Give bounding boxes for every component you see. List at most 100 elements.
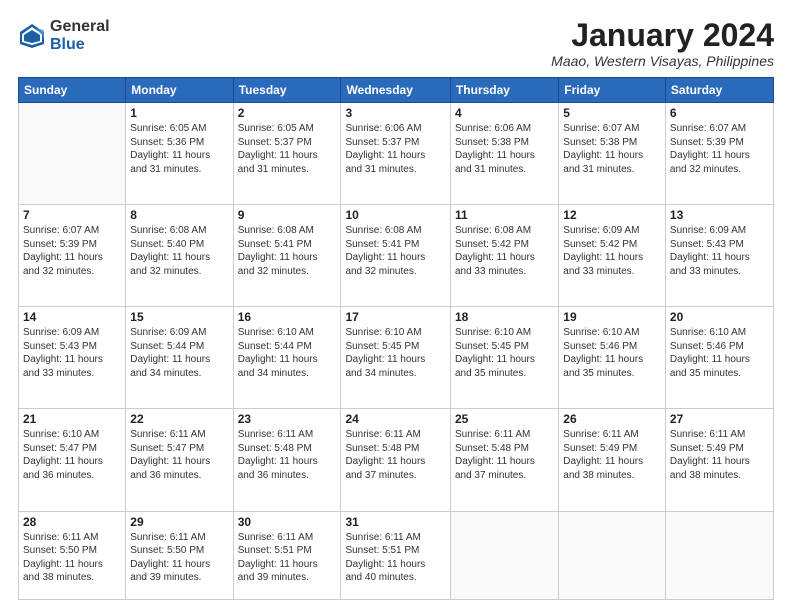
cell-info: Sunrise: 6:11 AMSunset: 5:50 PMDaylight:… (23, 531, 121, 585)
calendar-cell: 9Sunrise: 6:08 AMSunset: 5:41 PMDaylight… (233, 205, 341, 307)
day-number: 15 (130, 310, 228, 324)
cell-info: Sunrise: 6:09 AMSunset: 5:44 PMDaylight:… (130, 326, 228, 380)
calendar-cell: 3 Sunrise: 6:06 AMSunset: 5:37 PMDaylight… (341, 103, 451, 205)
location: Maao, Western Visayas, Philippines (551, 53, 774, 69)
calendar-cell: 11 Sunrise: 6:08 AMSunset: 5:42 PMDayligh… (450, 205, 558, 307)
column-header-tuesday: Tuesday (233, 78, 341, 103)
calendar-cell: 13 Sunrise: 6:09 AMSunset: 5:43 PMDayligh… (665, 205, 773, 307)
calendar-cell (19, 103, 126, 205)
title-block: January 2024 Maao, Western Visayas, Phil… (551, 18, 774, 69)
calendar-cell: 5Sunrise: 6:07 AMSunset: 5:38 PMDaylight… (559, 103, 666, 205)
day-number: 24 (345, 412, 446, 426)
day-number: 1 (130, 106, 228, 120)
day-number: 21 (23, 412, 121, 426)
calendar-cell: 26 Sunrise: 6:11 AMSunset: 5:49 PMDayligh… (559, 409, 666, 511)
calendar-cell: 19 Sunrise: 6:10 AMSunset: 5:46 PMDayligh… (559, 307, 666, 409)
calendar-cell: 24Sunrise: 6:11 AMSunset: 5:48 PMDayligh… (341, 409, 451, 511)
cell-info: Sunrise: 6:07 AMSunset: 5:39 PMDaylight:… (670, 122, 769, 176)
day-number: 14 (23, 310, 121, 324)
day-number: 12 (563, 208, 661, 222)
week-row-4: 21 Sunrise: 6:10 AMSunset: 5:47 PMDayligh… (19, 409, 774, 511)
calendar-cell: 1 Sunrise: 6:05 AMSunset: 5:36 PMDaylight… (126, 103, 233, 205)
cell-info: Sunrise: 6:11 AMSunset: 5:51 PMDaylight:… (345, 531, 446, 585)
cell-info: Sunrise: 6:10 AMSunset: 5:44 PMDaylight:… (238, 326, 337, 380)
cell-info: Sunrise: 6:10 AMSunset: 5:47 PMDaylight:… (23, 428, 121, 482)
column-header-friday: Friday (559, 78, 666, 103)
cell-info: Sunrise: 6:10 AMSunset: 5:46 PMDaylight:… (670, 326, 769, 380)
logo-blue: Blue (50, 36, 85, 53)
column-header-sunday: Sunday (19, 78, 126, 103)
header: General Blue January 2024 Maao, Western … (18, 18, 774, 69)
cell-info: Sunrise: 6:11 AMSunset: 5:48 PMDaylight:… (455, 428, 554, 482)
column-header-saturday: Saturday (665, 78, 773, 103)
day-number: 31 (345, 515, 446, 529)
cell-info: Sunrise: 6:06 AMSunset: 5:37 PMDaylight:… (345, 122, 446, 176)
month-title: January 2024 (551, 18, 774, 53)
cell-info: Sunrise: 6:11 AMSunset: 5:49 PMDaylight:… (563, 428, 661, 482)
cell-info: Sunrise: 6:11 AMSunset: 5:50 PMDaylight:… (130, 531, 228, 585)
calendar-cell: 29 Sunrise: 6:11 AMSunset: 5:50 PMDayligh… (126, 511, 233, 600)
day-number: 18 (455, 310, 554, 324)
week-row-5: 28 Sunrise: 6:11 AMSunset: 5:50 PMDayligh… (19, 511, 774, 600)
week-row-3: 14 Sunrise: 6:09 AMSunset: 5:43 PMDayligh… (19, 307, 774, 409)
cell-info: Sunrise: 6:11 AMSunset: 5:48 PMDaylight:… (238, 428, 337, 482)
day-number: 11 (455, 208, 554, 222)
cell-info: Sunrise: 6:05 AMSunset: 5:36 PMDaylight:… (130, 122, 228, 176)
day-number: 3 (345, 106, 446, 120)
calendar-cell: 27Sunrise: 6:11 AMSunset: 5:49 PMDayligh… (665, 409, 773, 511)
day-number: 6 (670, 106, 769, 120)
calendar-cell: 25 Sunrise: 6:11 AMSunset: 5:48 PMDayligh… (450, 409, 558, 511)
logo: General Blue (18, 18, 110, 53)
cell-info: Sunrise: 6:10 AMSunset: 5:46 PMDaylight:… (563, 326, 661, 380)
cell-info: Sunrise: 6:09 AMSunset: 5:43 PMDaylight:… (23, 326, 121, 380)
calendar-cell: 28 Sunrise: 6:11 AMSunset: 5:50 PMDayligh… (19, 511, 126, 600)
day-number: 10 (345, 208, 446, 222)
calendar-cell: 10 Sunrise: 6:08 AMSunset: 5:41 PMDayligh… (341, 205, 451, 307)
page: General Blue January 2024 Maao, Western … (0, 0, 792, 612)
calendar-cell: 22 Sunrise: 6:11 AMSunset: 5:47 PMDayligh… (126, 409, 233, 511)
calendar-cell: 2 Sunrise: 6:05 AMSunset: 5:37 PMDaylight… (233, 103, 341, 205)
day-number: 30 (238, 515, 337, 529)
day-number: 7 (23, 208, 121, 222)
day-number: 19 (563, 310, 661, 324)
day-number: 28 (23, 515, 121, 529)
logo-general: General (50, 18, 110, 35)
calendar-table: SundayMondayTuesdayWednesdayThursdayFrid… (18, 77, 774, 600)
column-header-wednesday: Wednesday (341, 78, 451, 103)
week-row-1: 1 Sunrise: 6:05 AMSunset: 5:36 PMDaylight… (19, 103, 774, 205)
day-number: 17 (345, 310, 446, 324)
calendar-cell: 7 Sunrise: 6:07 AMSunset: 5:39 PMDaylight… (19, 205, 126, 307)
cell-info: Sunrise: 6:08 AMSunset: 5:42 PMDaylight:… (455, 224, 554, 278)
cell-info: Sunrise: 6:11 AMSunset: 5:51 PMDaylight:… (238, 531, 337, 585)
calendar-cell (665, 511, 773, 600)
calendar-cell (450, 511, 558, 600)
cell-info: Sunrise: 6:10 AMSunset: 5:45 PMDaylight:… (455, 326, 554, 380)
calendar-cell: 23Sunrise: 6:11 AMSunset: 5:48 PMDayligh… (233, 409, 341, 511)
day-number: 4 (455, 106, 554, 120)
cell-info: Sunrise: 6:09 AMSunset: 5:43 PMDaylight:… (670, 224, 769, 278)
day-number: 29 (130, 515, 228, 529)
day-number: 25 (455, 412, 554, 426)
cell-info: Sunrise: 6:11 AMSunset: 5:47 PMDaylight:… (130, 428, 228, 482)
cell-info: Sunrise: 6:10 AMSunset: 5:45 PMDaylight:… (345, 326, 446, 380)
cell-info: Sunrise: 6:07 AMSunset: 5:39 PMDaylight:… (23, 224, 121, 278)
day-number: 5 (563, 106, 661, 120)
week-row-2: 7 Sunrise: 6:07 AMSunset: 5:39 PMDaylight… (19, 205, 774, 307)
day-number: 8 (130, 208, 228, 222)
logo-text: General Blue (50, 18, 110, 53)
day-number: 13 (670, 208, 769, 222)
logo-icon (18, 22, 46, 50)
day-number: 26 (563, 412, 661, 426)
calendar-cell: 8 Sunrise: 6:08 AMSunset: 5:40 PMDaylight… (126, 205, 233, 307)
day-number: 16 (238, 310, 337, 324)
day-number: 22 (130, 412, 228, 426)
calendar-cell: 18 Sunrise: 6:10 AMSunset: 5:45 PMDayligh… (450, 307, 558, 409)
cell-info: Sunrise: 6:05 AMSunset: 5:37 PMDaylight:… (238, 122, 337, 176)
day-number: 2 (238, 106, 337, 120)
cell-info: Sunrise: 6:08 AMSunset: 5:41 PMDaylight:… (345, 224, 446, 278)
cell-info: Sunrise: 6:08 AMSunset: 5:40 PMDaylight:… (130, 224, 228, 278)
column-header-monday: Monday (126, 78, 233, 103)
cell-info: Sunrise: 6:08 AMSunset: 5:41 PMDaylight:… (238, 224, 337, 278)
cell-info: Sunrise: 6:09 AMSunset: 5:42 PMDaylight:… (563, 224, 661, 278)
calendar-cell (559, 511, 666, 600)
